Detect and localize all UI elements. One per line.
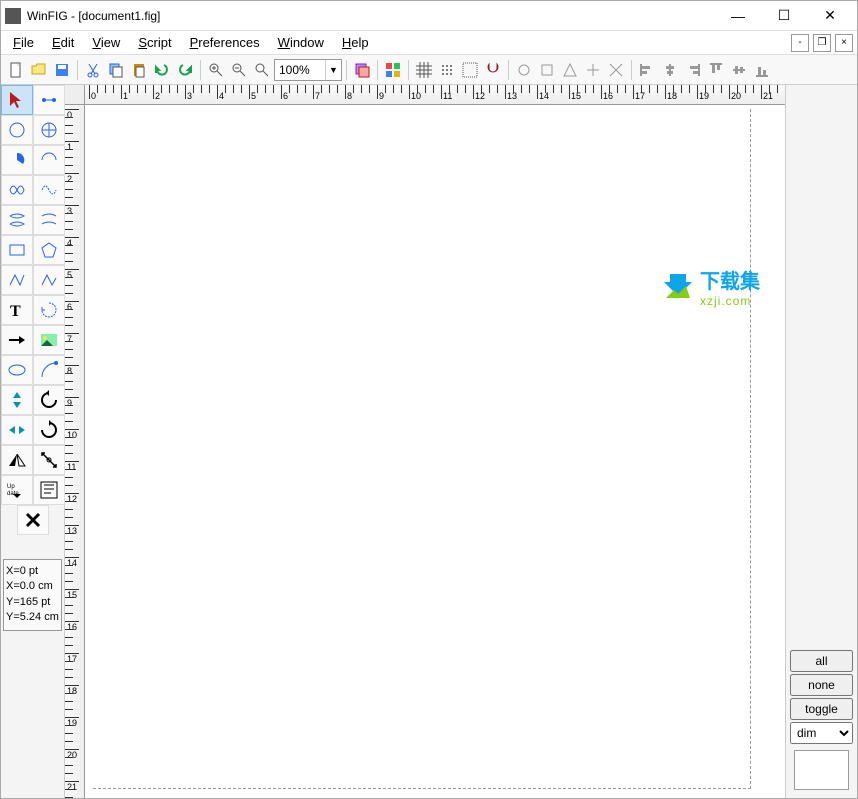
menu-preferences[interactable]: Preferences bbox=[182, 33, 268, 52]
open-file-button[interactable] bbox=[28, 59, 50, 81]
zoom-input[interactable] bbox=[275, 63, 325, 77]
x-pt-label: X=0 pt bbox=[6, 564, 59, 579]
menu-view[interactable]: View bbox=[84, 33, 128, 52]
mirror-tool[interactable] bbox=[1, 445, 33, 475]
rotate-cw-tool[interactable] bbox=[33, 415, 65, 445]
drawing-canvas[interactable]: 下载集 xzji.com bbox=[85, 105, 785, 798]
rotate-ccw-tool[interactable] bbox=[33, 385, 65, 415]
open-polyline-tool[interactable] bbox=[33, 265, 65, 295]
snap-grid-button[interactable] bbox=[436, 59, 458, 81]
menu-script[interactable]: Script bbox=[130, 33, 179, 52]
select-tool[interactable] bbox=[1, 85, 33, 115]
depth-none-button[interactable]: none bbox=[790, 674, 853, 696]
layers-button[interactable] bbox=[351, 59, 373, 81]
y-cm-label: Y=5.24 cm bbox=[6, 610, 59, 625]
mdi-close-button[interactable]: × bbox=[835, 34, 853, 52]
watermark-line1: 下载集 bbox=[700, 265, 760, 294]
grid-button[interactable] bbox=[413, 59, 435, 81]
polyline-tool[interactable] bbox=[1, 265, 33, 295]
library-5-button[interactable] bbox=[605, 59, 627, 81]
svg-text:Up: Up bbox=[7, 484, 15, 490]
window-title: WinFIG - [document1.fig] bbox=[27, 9, 715, 23]
align-middle-button[interactable] bbox=[728, 59, 750, 81]
magnet-button[interactable] bbox=[482, 59, 504, 81]
spline-open-tool[interactable] bbox=[33, 175, 65, 205]
image-tool[interactable] bbox=[33, 325, 65, 355]
circle-center-tool[interactable] bbox=[33, 115, 65, 145]
maximize-button[interactable]: ☐ bbox=[761, 2, 807, 30]
edit-props-tool[interactable] bbox=[33, 475, 65, 505]
library-3-button[interactable] bbox=[559, 59, 581, 81]
align-center-button[interactable] bbox=[659, 59, 681, 81]
depth-all-button[interactable]: all bbox=[790, 650, 853, 672]
curve-closed-tool[interactable] bbox=[1, 205, 33, 235]
arc-tool[interactable] bbox=[33, 145, 65, 175]
zoom-out-button[interactable] bbox=[228, 59, 250, 81]
new-file-button[interactable] bbox=[5, 59, 27, 81]
flip-v-tool[interactable] bbox=[1, 385, 33, 415]
grid-dots-button[interactable] bbox=[459, 59, 481, 81]
undo-button[interactable] bbox=[151, 59, 173, 81]
zoom-in-button[interactable] bbox=[205, 59, 227, 81]
y-pt-label: Y=165 pt bbox=[6, 595, 59, 610]
app-icon bbox=[5, 8, 21, 24]
close-button[interactable]: ✕ bbox=[807, 2, 853, 30]
circle-tool[interactable] bbox=[1, 115, 33, 145]
align-right-button[interactable] bbox=[682, 59, 704, 81]
cut-button[interactable] bbox=[82, 59, 104, 81]
mdi-minimize-button[interactable]: - bbox=[791, 34, 809, 52]
spline-closed-tool[interactable] bbox=[1, 175, 33, 205]
delete-tool[interactable] bbox=[17, 505, 49, 535]
library-1-button[interactable] bbox=[513, 59, 535, 81]
page-boundary bbox=[93, 109, 751, 789]
polygon-tool[interactable] bbox=[33, 235, 65, 265]
menu-help[interactable]: Help bbox=[334, 33, 377, 52]
color-palette-button[interactable] bbox=[382, 59, 404, 81]
menu-window[interactable]: Window bbox=[270, 33, 332, 52]
arc2-tool[interactable] bbox=[33, 355, 65, 385]
depth-list-box[interactable] bbox=[794, 750, 849, 790]
rotate-text-tool[interactable] bbox=[33, 295, 65, 325]
curve-open-tool[interactable] bbox=[33, 205, 65, 235]
arrow-tool[interactable] bbox=[1, 325, 33, 355]
watermark-line2: xzji.com bbox=[700, 294, 760, 308]
svg-text:T: T bbox=[10, 303, 21, 320]
library-4-button[interactable] bbox=[582, 59, 604, 81]
ruler-corner bbox=[65, 85, 85, 105]
zoom-dropdown-button[interactable]: ▼ bbox=[325, 60, 341, 80]
text-tool[interactable]: T bbox=[1, 295, 33, 325]
menu-file[interactable]: File bbox=[5, 33, 42, 52]
shear-tool[interactable] bbox=[33, 445, 65, 475]
mdi-restore-button[interactable]: ❐ bbox=[813, 34, 831, 52]
zoom-combo[interactable]: ▼ bbox=[274, 59, 342, 81]
depth-toggle-button[interactable]: toggle bbox=[790, 698, 853, 720]
menu-edit[interactable]: Edit bbox=[44, 33, 82, 52]
update-tool[interactable]: Update bbox=[1, 475, 33, 505]
coordinate-display: X=0 pt X=0.0 cm Y=165 pt Y=5.24 cm bbox=[3, 559, 62, 631]
align-bottom-button[interactable] bbox=[751, 59, 773, 81]
copy-button[interactable] bbox=[105, 59, 127, 81]
node-edit-tool[interactable] bbox=[33, 85, 65, 115]
library-2-button[interactable] bbox=[536, 59, 558, 81]
x-cm-label: X=0.0 cm bbox=[6, 579, 59, 594]
vertical-ruler: 0123456789101112131415161718192021 bbox=[65, 105, 85, 798]
horizontal-ruler: 0123456789101112131415161718192021 bbox=[85, 85, 785, 105]
align-top-button[interactable] bbox=[705, 59, 727, 81]
paste-button[interactable] bbox=[128, 59, 150, 81]
redo-button[interactable] bbox=[174, 59, 196, 81]
ellipse-tool[interactable] bbox=[1, 355, 33, 385]
minimize-button[interactable]: — bbox=[715, 2, 761, 30]
depth-dim-select[interactable]: dim bbox=[790, 722, 853, 744]
flip-h-tool[interactable] bbox=[1, 415, 33, 445]
save-file-button[interactable] bbox=[51, 59, 73, 81]
pie-tool[interactable] bbox=[1, 145, 33, 175]
zoom-fit-button[interactable] bbox=[251, 59, 273, 81]
align-left-button[interactable] bbox=[636, 59, 658, 81]
rectangle-tool[interactable] bbox=[1, 235, 33, 265]
watermark: 下载集 xzji.com bbox=[660, 265, 760, 308]
